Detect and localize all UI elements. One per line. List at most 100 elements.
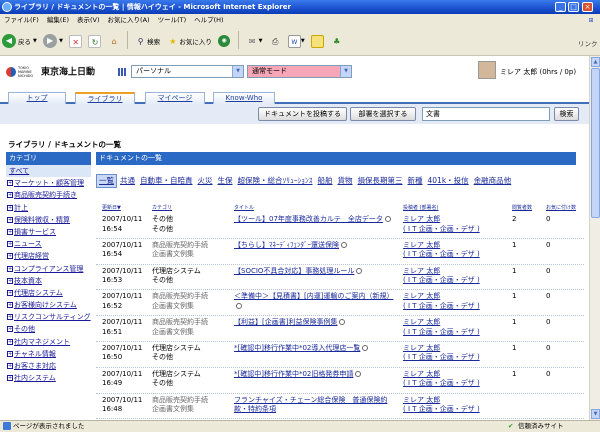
scroll-down-icon[interactable]: ▼ (591, 409, 600, 419)
category-item[interactable]: + 社内マネジメント (6, 336, 91, 348)
row-author-link[interactable]: ミレア 太郎 (403, 267, 440, 277)
filter-item[interactable]: 船舶 (316, 174, 335, 188)
row-title-link[interactable]: 【利益】[企画書]利益保険事例集 (234, 318, 394, 340)
menu-tools[interactable]: ツール(T) (154, 14, 191, 27)
refresh-button[interactable]: ↻ (86, 28, 103, 54)
category-item[interactable]: + お客様向けシステム (6, 299, 91, 311)
category-item[interactable]: + 計上 (6, 202, 91, 214)
row-department-link[interactable]: ( I T 企画・企画・デザ ) (403, 328, 480, 338)
portal-select[interactable]: パーソナル ▼ (131, 65, 244, 78)
row-date: 2007/10/11 16:49 (102, 369, 143, 388)
row-title-link[interactable]: ＜準備中＞【見積書】[内運]運輸のご案内（新規） (234, 292, 394, 314)
tab-mypage[interactable]: マイページ (145, 92, 205, 104)
column-views[interactable]: 閲覧者数 (512, 204, 532, 211)
minimize-button[interactable]: _ (555, 2, 566, 12)
category-item[interactable]: + リスクコンサルティング (6, 311, 91, 323)
row-department-link[interactable]: ( I T 企画・企画・デザ ) (403, 250, 480, 260)
search-input[interactable]: 文書 (422, 107, 550, 121)
mail-button[interactable]: ✉ ▼ (244, 28, 265, 54)
category-item[interactable]: + 技本資本 (6, 275, 91, 287)
tab-know-who[interactable]: Know-Who (213, 92, 275, 104)
category-item[interactable]: + 保険料徴収・精算 (6, 214, 91, 226)
back-button[interactable]: ◀ 戻る ▼ (0, 28, 39, 54)
filter-item[interactable]: 損保長期第三 (356, 174, 405, 188)
scroll-up-icon[interactable]: ▲ (591, 57, 600, 67)
row-author-link[interactable]: ミレア 太郎 (403, 241, 440, 251)
links-label[interactable]: リンク (578, 38, 598, 48)
discuss-button[interactable] (309, 28, 326, 54)
column-category[interactable]: カテゴリ (152, 204, 172, 211)
category-item[interactable]: + 代理店経営 (6, 250, 91, 262)
filter-item[interactable]: 一覧 (96, 174, 117, 188)
category-item[interactable]: + マーケット・顧客管理 (6, 177, 91, 189)
column-author[interactable]: 投稿者 (部署名) (403, 204, 439, 211)
row-department-link[interactable]: ( I T 企画・企画・デザ ) (403, 225, 480, 235)
search-button[interactable]: ⚲ 検索 (132, 28, 162, 54)
column-bookmarks[interactable]: お気に付け数 (546, 204, 576, 211)
filter-item[interactable]: 新種 (406, 174, 425, 188)
menu-help[interactable]: ヘルプ(H) (190, 14, 227, 27)
row-department-link[interactable]: ( I T 企画・企画・デザ ) (403, 353, 480, 363)
filter-item[interactable]: 火災 (196, 174, 215, 188)
row-title-link[interactable]: 【SOCIO不具合対応】事務処理ルール (234, 267, 394, 289)
row-department-link[interactable]: ( I T 企画・企画・デザ ) (403, 379, 480, 389)
filter-item[interactable]: 超保険・総合ｿﾘｭｰｼｮﾝｽ (236, 174, 315, 188)
row-title-link[interactable]: フランチャイズ・チェーン総合保険 普通保険約款・特約条項 (234, 396, 394, 418)
filter-item[interactable]: 共通 (118, 174, 137, 188)
forward-button[interactable]: ▶ ▼ (41, 28, 65, 54)
row-title-link[interactable]: 【ちらし】ﾏﾈｰﾃﾞｨﾌｪﾝﾀﾞｰ還送保険 (234, 241, 394, 263)
search-submit-button[interactable]: 検索 (554, 107, 579, 121)
menu-file[interactable]: ファイル(F) (0, 14, 43, 27)
row-author-link[interactable]: ミレア 太郎 (403, 370, 440, 380)
row-department-link[interactable]: ( I T 企画・企画・デザ ) (403, 405, 480, 415)
row-author-link[interactable]: ミレア 太郎 (403, 318, 440, 328)
category-item[interactable]: + 損害サービス (6, 226, 91, 238)
category-item[interactable]: + その他 (6, 323, 91, 335)
category-item[interactable]: + 代理店システム (6, 287, 91, 299)
tab-library[interactable]: ライブラリ (75, 92, 135, 104)
menu-view[interactable]: 表示(V) (73, 14, 104, 27)
tab-top[interactable]: トップ (8, 92, 66, 104)
filter-item[interactable]: 生保 (216, 174, 235, 188)
category-item[interactable]: + コンプライアンス管理 (6, 263, 91, 275)
select-department-button[interactable]: 部署を選択する (350, 107, 416, 121)
category-item[interactable]: + 社内システム (6, 372, 91, 384)
favorites-button[interactable]: ★ お気に入り (164, 28, 214, 54)
row-author-link[interactable]: ミレア 太郎 (403, 396, 440, 406)
stop-button[interactable]: ✕ (67, 28, 84, 54)
column-title[interactable]: タイトル (234, 204, 254, 211)
filter-item[interactable]: 貨物 (336, 174, 355, 188)
row-title-link[interactable]: 【ツール】07年度事務改善カルテ 全店データ (234, 215, 394, 237)
category-item[interactable]: + 商品販売契約手続き (6, 189, 91, 201)
print-button[interactable]: ⎙ (267, 28, 284, 54)
category-item[interactable]: + お客さま対応 (6, 360, 91, 372)
category-item[interactable]: + チャネル情報 (6, 348, 91, 360)
column-date[interactable]: 更新日▼ (102, 204, 121, 211)
media-button[interactable]: ◉ (216, 28, 234, 54)
category-all[interactable]: すべて (6, 165, 91, 178)
row-title-link[interactable]: *[確認中]移行作業中*02旧格発券申請 (234, 370, 394, 392)
mode-select[interactable]: 通常モード ▼ (247, 65, 352, 78)
edit-button[interactable]: W ▼ (286, 28, 307, 54)
menu-edit[interactable]: 編集(E) (43, 14, 73, 27)
filter-item[interactable]: 401k・投信 (426, 174, 471, 188)
post-document-button[interactable]: ドキュメントを投稿する (258, 107, 347, 121)
maximize-button[interactable]: □ (568, 2, 579, 12)
messenger-button[interactable]: ♣ (328, 28, 345, 54)
row-title-link[interactable]: *[確認中]移行作業中*02導入代理店一覧 (234, 344, 394, 366)
row-bookmarks: 0 (546, 266, 551, 275)
row-author-link[interactable]: ミレア 太郎 (403, 292, 440, 302)
row-author-link[interactable]: ミレア 太郎 (403, 215, 440, 225)
filter-item[interactable]: 金融商品他 (472, 174, 514, 188)
row-department-link[interactable]: ( I T 企画・企画・デザ ) (403, 276, 480, 286)
row-department-link[interactable]: ( I T 企画・企画・デザ ) (403, 302, 480, 312)
category-item[interactable]: + ニュース (6, 238, 91, 250)
row-views: 1 (512, 266, 517, 275)
page-scrollbar[interactable]: ▲ ▼ (589, 56, 600, 420)
close-button[interactable]: × (582, 2, 593, 12)
home-button[interactable]: ⌂ (106, 28, 123, 54)
scroll-thumb[interactable] (591, 68, 600, 218)
attachment-icon (356, 267, 363, 274)
menu-favorites[interactable]: お気に入り(A) (104, 14, 154, 27)
filter-item[interactable]: 自動車・自賠責 (138, 174, 195, 188)
